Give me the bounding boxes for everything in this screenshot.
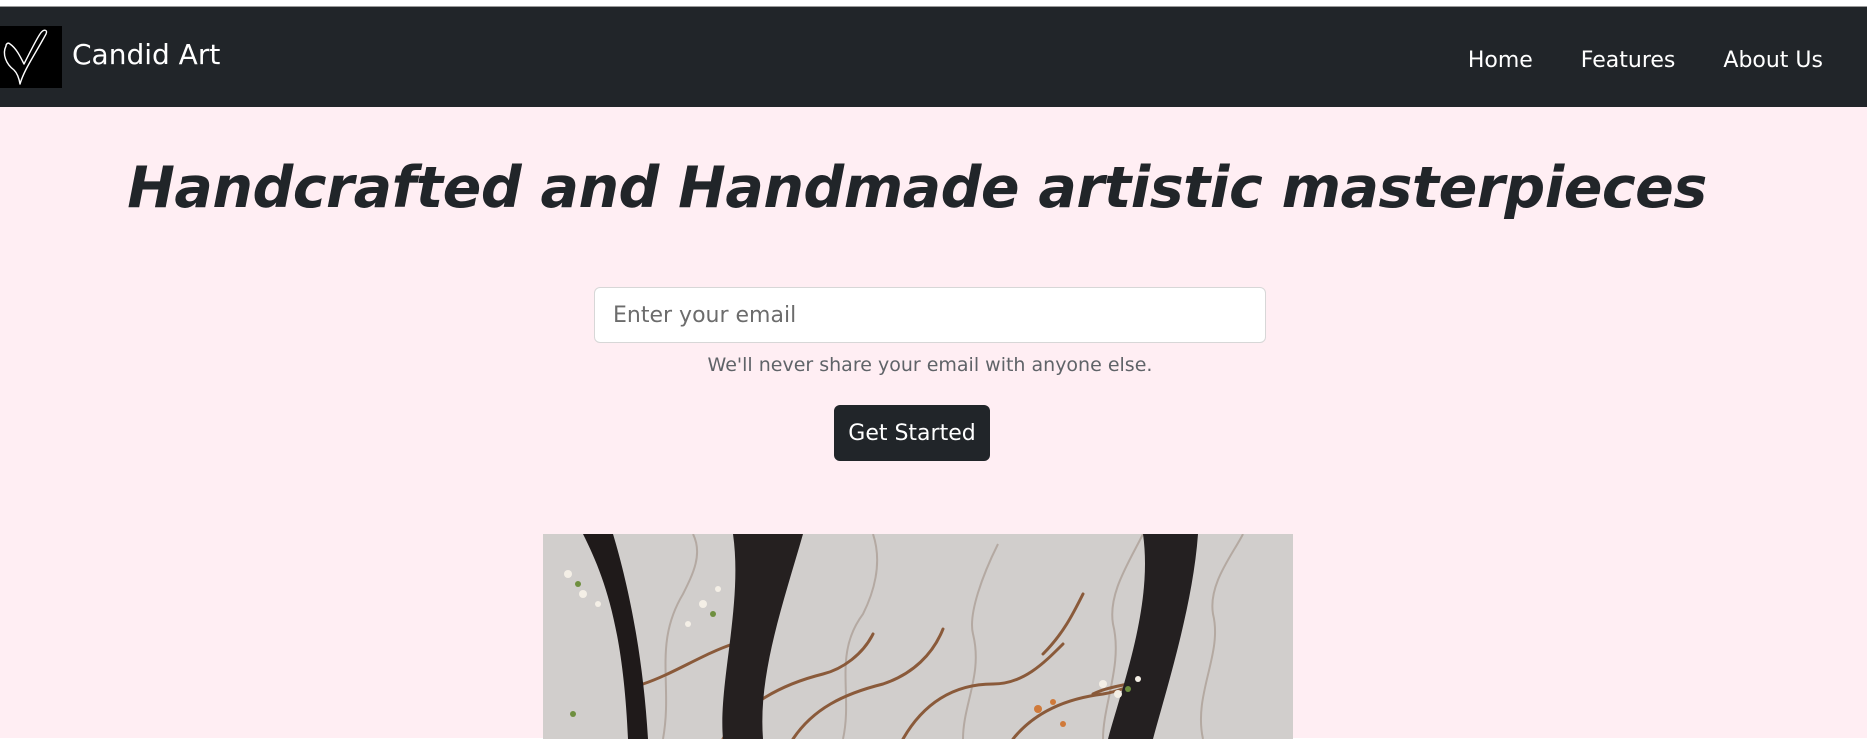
nav-item-features: Features: [1557, 45, 1700, 77]
nav-link-features[interactable]: Features: [1557, 45, 1700, 77]
get-started-button[interactable]: Get Started: [834, 405, 990, 461]
nav-link-about-us[interactable]: About Us: [1699, 45, 1823, 77]
brand-link[interactable]: Candid Art: [0, 26, 220, 88]
email-help-text: We'll never share your email with anyone…: [707, 354, 1153, 376]
email-field[interactable]: [594, 287, 1266, 343]
nav-item-about-us: About Us: [1699, 45, 1823, 77]
heart-signature-icon: [0, 26, 62, 88]
page-title: Handcrafted and Handmade artistic master…: [127, 155, 1707, 221]
nav-link-home[interactable]: Home: [1444, 45, 1557, 77]
hero-section: Handcrafted and Handmade artistic master…: [0, 107, 1867, 739]
nav-menu: Home Features About Us: [1444, 45, 1823, 77]
window-top-border: [0, 0, 1867, 7]
navbar: Candid Art Home Features About Us: [0, 7, 1867, 107]
artwork-image: [543, 534, 1293, 739]
brand-name: Candid Art: [72, 38, 221, 71]
nav-item-home: Home: [1444, 45, 1557, 77]
